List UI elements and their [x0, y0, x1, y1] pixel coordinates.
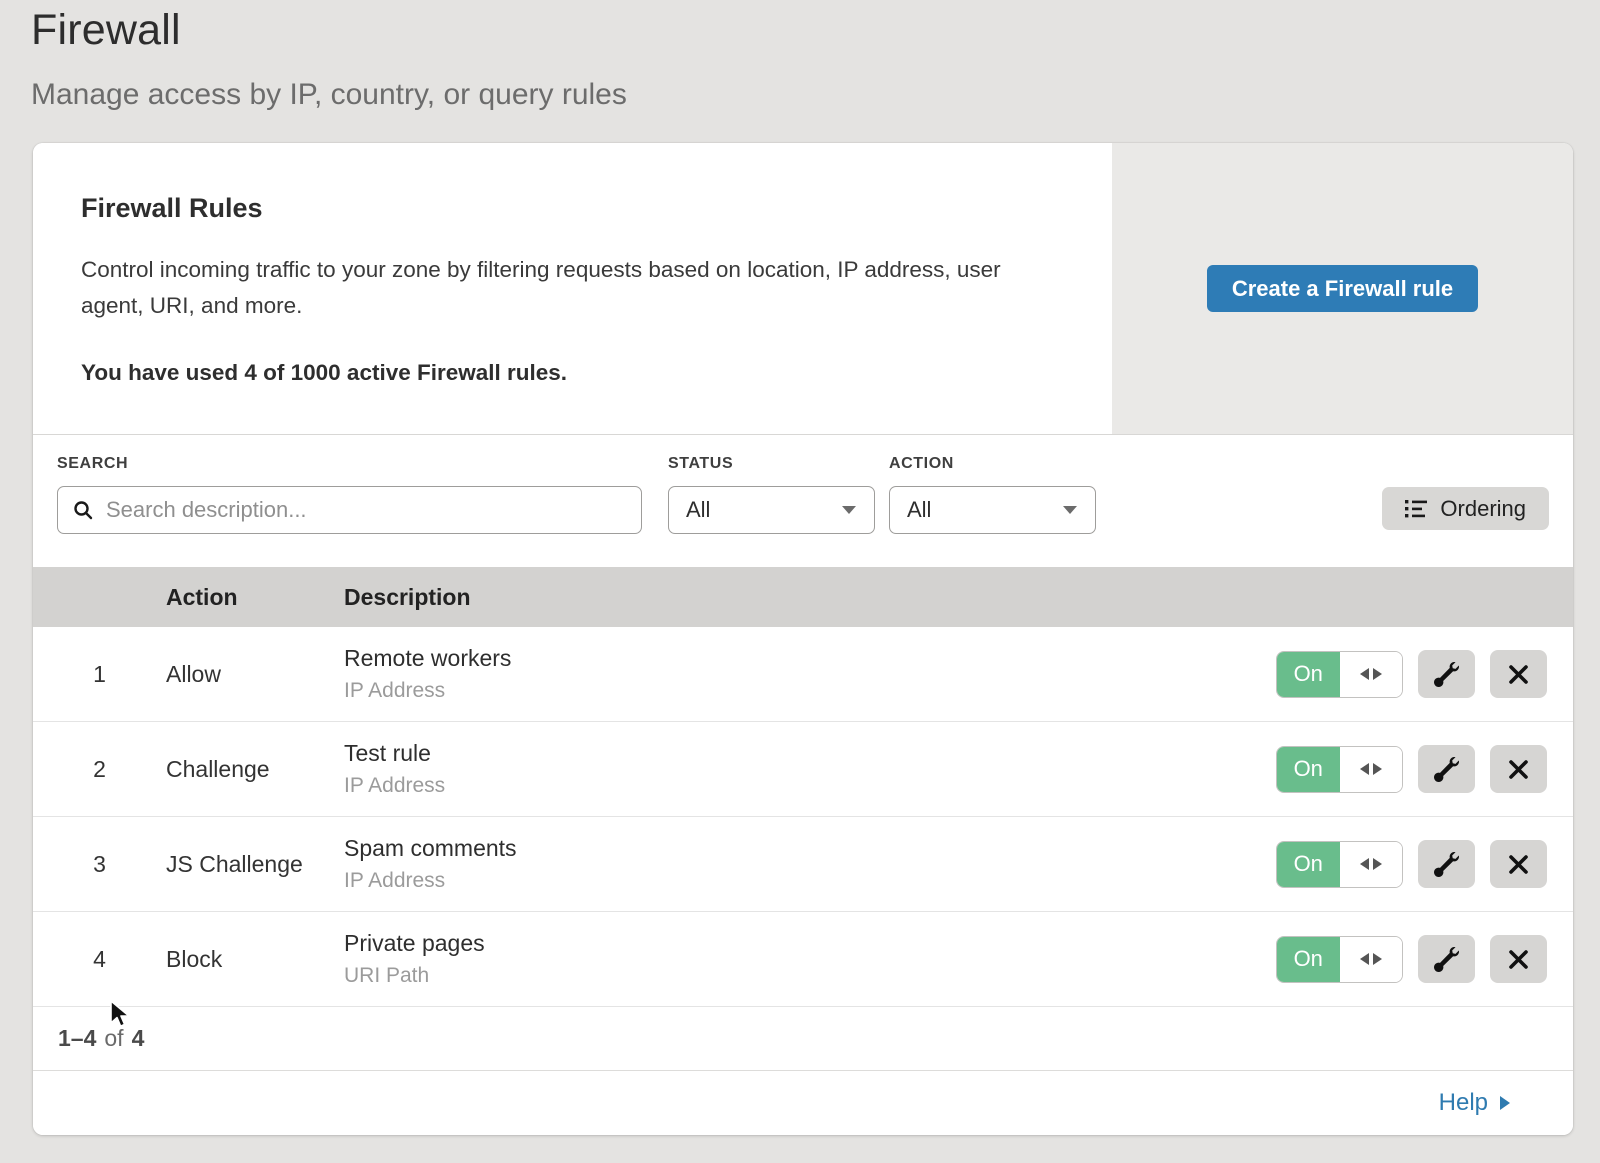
action-column-header: Action [166, 584, 344, 611]
status-select[interactable]: All [668, 486, 875, 534]
ordering-button-label: Ordering [1440, 496, 1526, 522]
rule-description-cell: Test rule IP Address [344, 740, 1276, 798]
edit-rule-button[interactable] [1418, 935, 1475, 983]
ordered-list-icon [1405, 499, 1427, 518]
usage-note: You have used 4 of 1000 active Firewall … [81, 360, 1052, 386]
rule-match-type: URI Path [344, 964, 1276, 988]
rule-action: Challenge [166, 756, 344, 783]
close-icon [1508, 664, 1529, 685]
delete-rule-button[interactable] [1490, 935, 1547, 983]
rule-controls: On [1276, 840, 1573, 888]
rule-description-cell: Remote workers IP Address [344, 645, 1276, 703]
close-icon [1508, 759, 1529, 780]
table-row: 1 Allow Remote workers IP Address On [33, 627, 1573, 722]
rule-controls: On [1276, 935, 1573, 983]
left-right-arrows-icon [1340, 652, 1403, 697]
help-link[interactable]: Help [1439, 1089, 1511, 1117]
card-footer: Help [33, 1071, 1573, 1135]
table-row: 4 Block Private pages URI Path On [33, 912, 1573, 1007]
help-link-label: Help [1439, 1089, 1488, 1117]
rule-description: Test rule [344, 740, 1276, 767]
status-label: STATUS [668, 455, 875, 473]
page-subtitle: Manage access by IP, country, or query r… [31, 78, 627, 112]
chevron-down-icon [1062, 505, 1078, 515]
rule-action: Block [166, 946, 344, 973]
search-box [57, 486, 642, 534]
card-heading: Firewall Rules [81, 193, 1052, 224]
toggle-on-label: On [1277, 937, 1340, 982]
action-label: ACTION [889, 455, 1096, 473]
status-select-value: All [686, 497, 710, 523]
rule-priority: 1 [33, 661, 166, 688]
rule-match-type: IP Address [344, 679, 1276, 703]
card-description: Control incoming traffic to your zone by… [81, 252, 1031, 324]
toggle-on-label: On [1277, 842, 1340, 887]
edit-rule-button[interactable] [1418, 840, 1475, 888]
card-intro-section: Firewall Rules Control incoming traffic … [33, 143, 1573, 435]
search-icon [72, 499, 94, 521]
pagination: 1–4 of 4 [33, 1007, 1573, 1071]
pagination-range: 1–4 [58, 1025, 96, 1052]
ordering-button[interactable]: Ordering [1382, 487, 1549, 530]
page-title: Firewall [31, 6, 181, 55]
toggle-on-label: On [1277, 652, 1340, 697]
rule-priority: 4 [33, 946, 166, 973]
rule-match-type: IP Address [344, 869, 1276, 893]
search-label: SEARCH [57, 455, 642, 473]
edit-rule-button[interactable] [1418, 745, 1475, 793]
wrench-icon [1434, 852, 1459, 877]
rule-enabled-toggle[interactable]: On [1276, 651, 1403, 698]
rule-description-cell: Private pages URI Path [344, 930, 1276, 988]
chevron-down-icon [841, 505, 857, 515]
search-filter-group: SEARCH [57, 455, 642, 534]
wrench-icon [1434, 662, 1459, 687]
rule-controls: On [1276, 745, 1573, 793]
table-row: 2 Challenge Test rule IP Address On [33, 722, 1573, 817]
rule-enabled-toggle[interactable]: On [1276, 746, 1403, 793]
wrench-icon [1434, 947, 1459, 972]
action-select-value: All [907, 497, 931, 523]
action-filter-group: ACTION All [889, 455, 1096, 534]
edit-rule-button[interactable] [1418, 650, 1475, 698]
delete-rule-button[interactable] [1490, 650, 1547, 698]
search-input[interactable] [104, 496, 627, 524]
rule-description: Private pages [344, 930, 1276, 957]
rule-action: Allow [166, 661, 344, 688]
close-icon [1508, 949, 1529, 970]
arrow-right-icon [1499, 1095, 1511, 1111]
description-column-header: Description [344, 584, 1573, 611]
rule-enabled-toggle[interactable]: On [1276, 841, 1403, 888]
rule-description: Spam comments [344, 835, 1276, 862]
left-right-arrows-icon [1340, 842, 1403, 887]
rule-enabled-toggle[interactable]: On [1276, 936, 1403, 983]
status-filter-group: STATUS All [668, 455, 875, 534]
rule-priority: 3 [33, 851, 166, 878]
table-row: 3 JS Challenge Spam comments IP Address … [33, 817, 1573, 912]
toggle-on-label: On [1277, 747, 1340, 792]
create-firewall-rule-button[interactable]: Create a Firewall rule [1207, 265, 1478, 312]
filters-bar: SEARCH STATUS All ACTION All [33, 435, 1573, 567]
create-rule-panel: Create a Firewall rule [1112, 143, 1573, 434]
card-intro-text: Firewall Rules Control incoming traffic … [33, 143, 1112, 434]
wrench-icon [1434, 757, 1459, 782]
left-right-arrows-icon [1340, 937, 1403, 982]
pagination-total: 4 [132, 1025, 145, 1052]
left-right-arrows-icon [1340, 747, 1403, 792]
action-select[interactable]: All [889, 486, 1096, 534]
rule-description: Remote workers [344, 645, 1276, 672]
delete-rule-button[interactable] [1490, 840, 1547, 888]
rule-description-cell: Spam comments IP Address [344, 835, 1276, 893]
close-icon [1508, 854, 1529, 875]
firewall-rules-card: Firewall Rules Control incoming traffic … [33, 143, 1573, 1135]
rule-controls: On [1276, 650, 1573, 698]
rule-priority: 2 [33, 756, 166, 783]
rule-match-type: IP Address [344, 774, 1276, 798]
delete-rule-button[interactable] [1490, 745, 1547, 793]
table-header: Action Description [33, 567, 1573, 627]
pagination-of: of [104, 1025, 123, 1052]
rule-action: JS Challenge [166, 851, 344, 878]
